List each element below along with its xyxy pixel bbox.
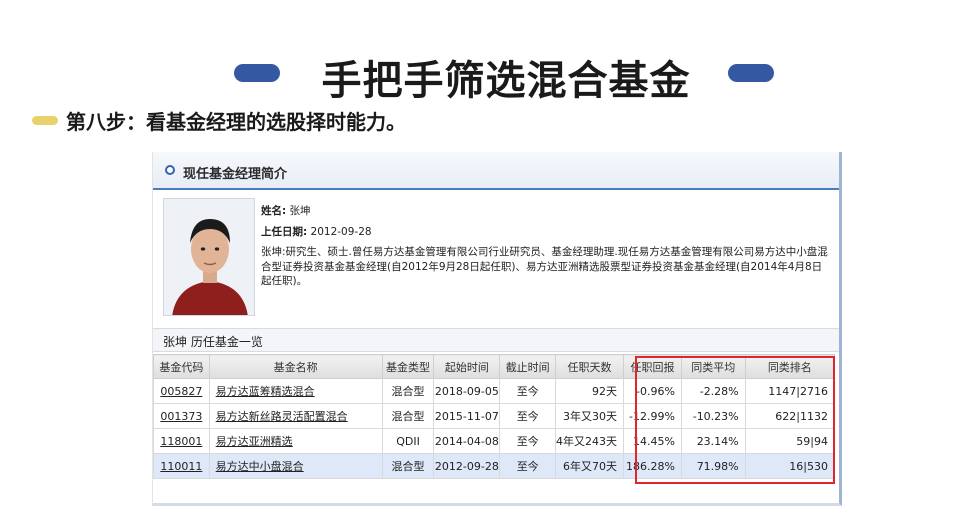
title-decoration-right: [728, 64, 774, 82]
title-decoration-left: [234, 64, 280, 82]
fund-type: 混合型: [381, 378, 435, 404]
start-date: 2015-11-07: [433, 403, 501, 429]
fund-name-link[interactable]: 易方达亚洲精选: [208, 428, 383, 454]
manager-date-line: 上任日期: 2012-09-28: [261, 225, 831, 240]
manager-bio: 张坤:研究生、硕士.曾任易方达基金管理有限公司行业研究员、基金经理助理.现任易方…: [261, 246, 828, 287]
step-text: 第八步：看基金经理的选股择时能力。: [66, 110, 406, 134]
panel-header: 现任基金经理简介: [153, 152, 839, 190]
name-label: 姓名:: [261, 205, 287, 217]
fund-code-link[interactable]: 118001: [153, 428, 210, 454]
panel-title: 现任基金经理简介: [183, 167, 288, 182]
fund-name-link[interactable]: 易方达新丝路灵活配置混合: [208, 403, 383, 429]
fund-type: 混合型: [381, 453, 435, 479]
manager-name: 张坤: [289, 205, 311, 217]
manager-photo: [163, 198, 255, 316]
step-bullet-bar: [32, 116, 58, 125]
tenure-days: 6年又70天: [555, 453, 625, 479]
start-date: 2014-04-08: [433, 428, 501, 454]
fund-code-link[interactable]: 001373: [153, 403, 210, 429]
start-date: 2018-09-05: [433, 378, 501, 404]
end-date: 至今: [499, 453, 557, 479]
fund-type: 混合型: [381, 403, 435, 429]
fund-name-link[interactable]: 易方达中小盘混合: [208, 453, 383, 479]
tenure-days: 92天: [555, 378, 625, 404]
fund-type: QDII: [381, 428, 435, 454]
tenure-days: 3年又30天: [555, 403, 625, 429]
end-date: 至今: [499, 403, 557, 429]
history-bar: 张坤 历任基金一览: [153, 328, 839, 352]
highlight-box: [635, 356, 835, 484]
column-header: 基金名称: [208, 354, 383, 379]
end-date: 至今: [499, 378, 557, 404]
date-label: 上任日期:: [261, 225, 308, 238]
tenure-days: 4年又243天: [555, 428, 625, 454]
end-date: 至今: [499, 428, 557, 454]
slide-title: 手把手筛选混合基金: [321, 58, 691, 104]
circle-bullet-icon: [165, 165, 175, 175]
manager-info: 姓名: 张坤 上任日期: 2012-09-28 张坤:研究生、硕士.曾任易方达基…: [261, 204, 831, 289]
slide-title-row: 手把手筛选混合基金: [0, 42, 964, 104]
column-header: 截止时间: [499, 354, 557, 379]
start-date: 2012-09-28: [433, 453, 501, 479]
fund-code-link[interactable]: 110011: [153, 453, 210, 479]
column-header: 任职天数: [555, 354, 625, 379]
column-header: 基金代码: [153, 354, 210, 379]
column-header: 起始时间: [433, 354, 501, 379]
history-title: 张坤 历任基金一览: [163, 335, 263, 349]
person-portrait-icon: [164, 199, 254, 315]
fund-code-link[interactable]: 005827: [153, 378, 210, 404]
manager-start-date: 2012-09-28: [310, 225, 372, 238]
manager-name-line: 姓名: 张坤: [261, 204, 831, 219]
column-header: 基金类型: [381, 354, 435, 379]
fund-name-link[interactable]: 易方达蓝筹精选混合: [208, 378, 383, 404]
